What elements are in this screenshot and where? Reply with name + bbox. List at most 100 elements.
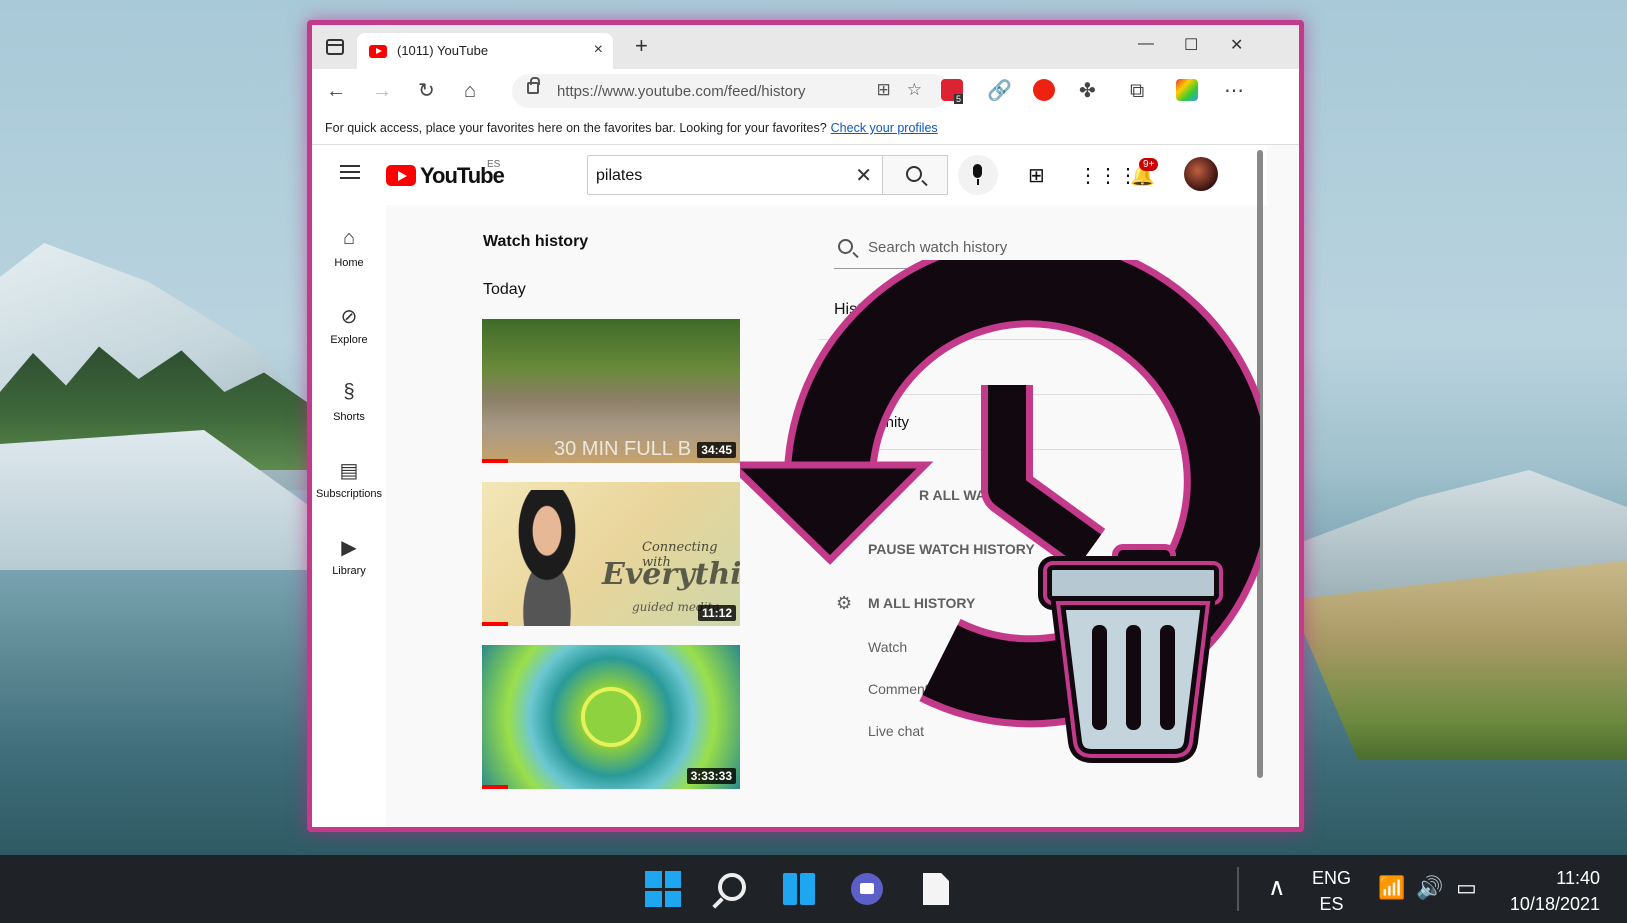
volume-icon[interactable]: 🔊 — [1416, 875, 1443, 901]
search-button[interactable] — [882, 155, 948, 195]
thumbnail-caption-2b: Everything — [602, 557, 740, 592]
tab-youtube[interactable]: (1011) YouTube × — [357, 33, 613, 69]
link-comments[interactable]: Comments — [868, 681, 936, 697]
new-tab-button[interactable]: + — [635, 35, 648, 57]
taskbar-clock[interactable]: 11:40 10/18/2021 — [1504, 865, 1600, 917]
watch-history-feed: Watch history Today 30 MIN FULL B 34:45 … — [386, 205, 789, 827]
video-thumbnail-3[interactable]: 3:33:33 — [482, 645, 740, 789]
nav-item-home[interactable]: ⌂ Home — [312, 227, 386, 269]
extension-badge: 5 — [954, 94, 964, 104]
link-live-chat[interactable]: Live chat — [868, 723, 924, 739]
video-thumbnail-2[interactable]: Connecting with Everything guided medita… — [482, 482, 740, 626]
close-window-icon[interactable]: ✕ — [1230, 35, 1243, 55]
avatar[interactable] — [1184, 157, 1218, 191]
address-url[interactable]: https://www.youtube.com/feed/history — [557, 83, 805, 100]
option-watch-history[interactable]: W tory — [834, 359, 877, 376]
watch-progress-bar-3 — [482, 785, 508, 789]
watch-history-radio[interactable] — [1183, 355, 1203, 375]
search-icon — [906, 166, 922, 182]
link-icon[interactable]: 🔗 — [987, 79, 1012, 103]
notification-badge: 9+ — [1139, 158, 1159, 171]
home-icon[interactable]: ⌂ — [464, 79, 476, 103]
check-profiles-link[interactable]: Check your profiles — [831, 121, 938, 135]
widget-block — [783, 873, 797, 905]
section-heading-today: Today — [483, 281, 526, 298]
search-input[interactable]: pilates ✕ — [587, 155, 883, 195]
apps-grid-icon[interactable]: ⋮⋮⋮ — [1078, 163, 1138, 188]
taskbar-search-icon[interactable] — [718, 873, 746, 901]
address-bar[interactable]: https://www.youtube.com/feed/history ⊞☆ — [512, 74, 950, 108]
more-options-icon[interactable]: ⋯ — [1224, 79, 1244, 103]
wifi-icon[interactable]: 📶 — [1378, 875, 1405, 901]
forward-icon[interactable]: → — [372, 79, 392, 103]
gear-icon: ⚙ — [836, 593, 853, 613]
left-navigation: ⌂ Home ⊘ Explore § Shorts ▤ Subscription… — [312, 205, 386, 827]
page-scrollbar[interactable] — [1257, 150, 1263, 778]
clear-search-icon[interactable]: ✕ — [855, 163, 872, 188]
video-thumbnail-1[interactable]: 30 MIN FULL B 34:45 — [482, 319, 740, 463]
start-tile — [645, 890, 662, 907]
battery-icon[interactable]: ▭ — [1456, 875, 1477, 901]
divider — [819, 339, 1219, 340]
start-windows-icon[interactable] — [645, 871, 681, 907]
nav-label-shorts: Shorts — [333, 411, 365, 423]
microphone-icon[interactable] — [958, 155, 998, 195]
nav-item-subscriptions[interactable]: ▤ Subscriptions — [312, 458, 386, 500]
close-tab-icon[interactable]: × — [594, 41, 603, 59]
opera-icon[interactable] — [1033, 79, 1055, 101]
nav-label-explore: Explore — [330, 334, 368, 346]
taskbar-divider — [1237, 867, 1239, 911]
youtube-logo-icon[interactable] — [386, 165, 416, 186]
favorites-bar: For quick access, place your favorites h… — [312, 113, 1299, 145]
clock-time: 11:40 — [1556, 868, 1600, 888]
collections-icon[interactable]: ⧉ — [1130, 79, 1144, 103]
create-video-icon[interactable]: ⊞ — [1028, 163, 1045, 188]
search-watch-history-input[interactable] — [868, 239, 1088, 256]
start-tile — [664, 890, 681, 907]
link-watch[interactable]: Watch — [868, 639, 907, 655]
favorites-message: For quick access, place your favorites h… — [325, 121, 827, 135]
search-watch-history[interactable] — [834, 227, 1096, 269]
notepad-icon[interactable] — [923, 873, 949, 905]
option-community[interactable]: nunity — [869, 414, 909, 431]
compass-icon: ⊘ — [340, 306, 358, 328]
page-title: Watch history — [483, 233, 589, 250]
nav-item-explore[interactable]: ⊘ Explore — [312, 304, 386, 346]
widgets-icon[interactable] — [783, 873, 815, 905]
keyboard-layout: ES — [1319, 894, 1344, 914]
lock-icon[interactable] — [527, 77, 540, 94]
tab-actions-icon[interactable] — [326, 39, 344, 55]
favorites-bar-text: For quick access, place your favorites h… — [325, 121, 938, 135]
clear-all-history-button[interactable]: R ALL WATC — [919, 487, 1004, 503]
extensions-icon[interactable]: ✤ — [1079, 79, 1096, 103]
pause-watch-history-button[interactable]: PAUSE WATCH HISTORY — [868, 541, 1035, 557]
widget-block — [800, 873, 815, 905]
youtube-favicon-icon — [369, 45, 387, 58]
illustration-woman — [492, 490, 602, 626]
start-tile — [664, 871, 681, 888]
clock-date: 10/18/2021 — [1509, 894, 1600, 914]
country-code: ES — [487, 159, 501, 170]
minimize-icon[interactable]: — — [1138, 35, 1154, 53]
input-language-indicator[interactable]: ENG ES — [1312, 865, 1351, 917]
library-icon: ▶ — [341, 537, 357, 559]
tab-bar: (1011) YouTube × + — ☐ ✕ — [312, 25, 1299, 69]
nav-item-library[interactable]: ▶ Library — [312, 535, 386, 577]
extension-colorful-icon[interactable] — [1176, 79, 1198, 101]
taskbar: ∧ ENG ES 📶 🔊 ▭ 11:40 10/18/2021 — [0, 855, 1627, 923]
search-value[interactable]: pilates — [596, 167, 642, 185]
teams-chat-icon[interactable] — [851, 873, 883, 905]
manage-all-history-button[interactable]: M ALL HISTORY — [868, 595, 975, 611]
browser-toolbar: ← → ↻ ⌂ https://www.youtube.com/feed/his… — [312, 69, 1299, 113]
show-hidden-icons-chevron-icon[interactable]: ∧ — [1268, 873, 1286, 902]
nav-item-shorts[interactable]: § Shorts — [312, 381, 386, 423]
menu-icon[interactable] — [340, 165, 360, 179]
maximize-icon[interactable]: ☐ — [1184, 35, 1198, 55]
back-icon[interactable]: ← — [326, 79, 346, 103]
refresh-icon[interactable]: ↻ — [418, 79, 435, 103]
add-favorite-icon[interactable]: ⊞☆ — [877, 80, 938, 100]
duration-badge-3: 3:33:33 — [686, 768, 736, 784]
divider — [819, 394, 1219, 395]
mandala-illustration — [581, 687, 641, 747]
nav-label-home: Home — [334, 257, 364, 269]
